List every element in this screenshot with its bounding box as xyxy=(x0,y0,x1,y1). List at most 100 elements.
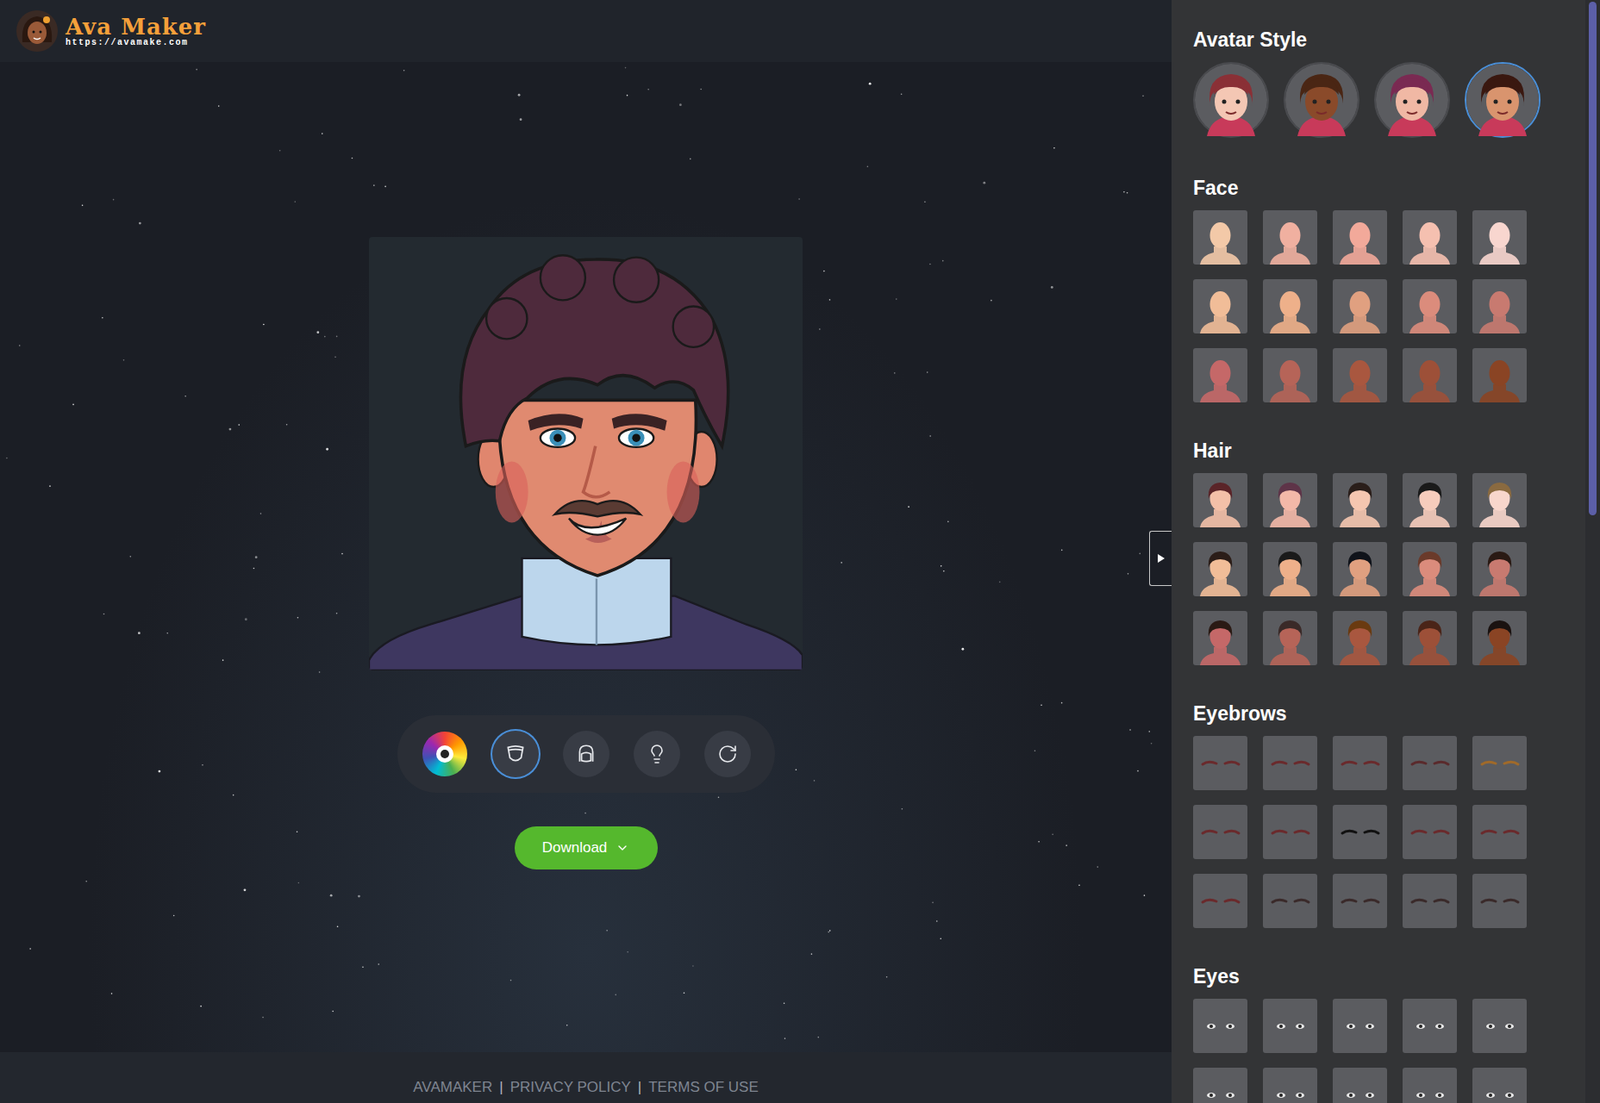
eyes-option[interactable] xyxy=(1193,999,1248,1054)
face-option[interactable] xyxy=(1193,279,1248,334)
eyebrows-option[interactable] xyxy=(1402,805,1457,860)
reset-tool-button[interactable] xyxy=(704,731,751,778)
hair-option[interactable] xyxy=(1193,473,1248,528)
eyebrows-option[interactable] xyxy=(1332,805,1388,860)
face-preview-icon xyxy=(1262,348,1318,403)
eyebrows-option[interactable] xyxy=(1262,874,1318,929)
hair-option[interactable] xyxy=(1193,611,1248,666)
eyebrows-icon xyxy=(1338,824,1382,842)
face-section: Face xyxy=(1193,175,1586,403)
head-tool-button[interactable] xyxy=(562,731,610,778)
download-button[interactable]: Download xyxy=(514,826,658,870)
face-preview-icon xyxy=(1193,210,1248,265)
face-option[interactable] xyxy=(1472,348,1527,403)
face-option[interactable] xyxy=(1402,210,1457,265)
idea-tool-button[interactable] xyxy=(633,731,681,778)
logo-text[interactable]: Ava Makerhttps://avamake.com xyxy=(65,15,207,48)
eyebrows-icon xyxy=(1268,824,1313,842)
footer-link[interactable]: PRIVACY POLICY xyxy=(510,1076,632,1100)
eyes-option[interactable] xyxy=(1193,1068,1248,1103)
eyebrows-option[interactable] xyxy=(1193,736,1248,791)
eyebrows-option[interactable] xyxy=(1402,874,1457,929)
hair-option[interactable] xyxy=(1472,542,1527,597)
eyes-option[interactable] xyxy=(1262,999,1318,1054)
avatar-preview xyxy=(368,237,803,671)
eyebrows-option[interactable] xyxy=(1262,805,1318,860)
avatar-style-icon xyxy=(1466,63,1539,137)
face-option[interactable] xyxy=(1472,210,1527,265)
eyebrows-option[interactable] xyxy=(1472,874,1527,929)
footer-link[interactable]: AVAMAKER xyxy=(412,1076,493,1100)
hair-option[interactable] xyxy=(1262,611,1318,666)
face-option[interactable] xyxy=(1193,210,1248,265)
face-option[interactable] xyxy=(1193,348,1248,403)
avatar-style-option[interactable] xyxy=(1374,62,1450,138)
footer-link[interactable]: TERMS OF USE xyxy=(648,1076,759,1100)
face-option[interactable] xyxy=(1332,210,1388,265)
eyes-option[interactable] xyxy=(1262,1068,1318,1103)
section-title: Avatar Style xyxy=(1193,27,1586,52)
eyebrows-icon xyxy=(1478,893,1522,911)
hair-option[interactable] xyxy=(1472,611,1527,666)
workspace: Ava Makerhttps://avamake.com Download AVAM… xyxy=(0,0,1172,1103)
hair-option[interactable] xyxy=(1262,473,1318,528)
eyes-icon xyxy=(1268,1018,1313,1036)
face-preview-icon xyxy=(1262,542,1318,597)
face-option[interactable] xyxy=(1472,279,1527,334)
face-preview-icon xyxy=(1472,473,1527,528)
hair-option[interactable] xyxy=(1193,542,1248,597)
eyes-icon xyxy=(1268,1087,1313,1103)
face-preview-icon xyxy=(1402,473,1457,528)
scrollbar[interactable] xyxy=(1585,0,1600,1103)
eyebrows-option[interactable] xyxy=(1472,805,1527,860)
eyebrows-option[interactable] xyxy=(1262,736,1318,791)
eyebrows-option[interactable] xyxy=(1472,736,1527,791)
face-preview-icon xyxy=(1402,611,1457,666)
face-option[interactable] xyxy=(1402,348,1457,403)
colors-tool-button[interactable] xyxy=(421,731,469,778)
eyes-option[interactable] xyxy=(1332,1068,1388,1103)
face-preview-icon xyxy=(1332,279,1388,334)
face-option[interactable] xyxy=(1332,279,1388,334)
avatar-style-option[interactable] xyxy=(1193,62,1269,138)
face-preview-icon xyxy=(1332,542,1388,597)
face-preview-icon xyxy=(1332,473,1388,528)
face-option[interactable] xyxy=(1332,348,1388,403)
eyebrows-option[interactable] xyxy=(1402,736,1457,791)
face-tool-button[interactable] xyxy=(492,731,539,778)
download-label: Download xyxy=(542,837,608,860)
logo-url: https://avamake.com xyxy=(65,38,207,48)
hair-option[interactable] xyxy=(1332,611,1388,666)
hair-option[interactable] xyxy=(1402,542,1457,597)
eyes-option[interactable] xyxy=(1402,1068,1457,1103)
eyebrows-option[interactable] xyxy=(1193,874,1248,929)
eyes-option[interactable] xyxy=(1472,1068,1527,1103)
avatar-style-option[interactable] xyxy=(1283,62,1360,138)
face-option[interactable] xyxy=(1262,210,1318,265)
section-title: Eyebrows xyxy=(1193,701,1586,726)
avatar-style-option[interactable] xyxy=(1464,62,1541,138)
hair-option[interactable] xyxy=(1332,542,1388,597)
logo-icon[interactable] xyxy=(15,9,59,53)
eyes-option[interactable] xyxy=(1402,999,1457,1054)
editor-area: Download xyxy=(0,62,1172,1053)
hair-option[interactable] xyxy=(1472,473,1527,528)
eyes-option[interactable] xyxy=(1472,999,1527,1054)
hair-option[interactable] xyxy=(1402,473,1457,528)
face-grid xyxy=(1193,210,1586,403)
eyebrows-option[interactable] xyxy=(1332,736,1388,791)
face-preview-icon xyxy=(1472,611,1527,666)
eyebrows-option[interactable] xyxy=(1332,874,1388,929)
hair-option[interactable] xyxy=(1402,611,1457,666)
options-content: Avatar StyleFaceHairEyebrowsEyes xyxy=(1171,0,1586,1103)
scrollbar-thumb[interactable] xyxy=(1588,1,1597,516)
hair-option[interactable] xyxy=(1262,542,1318,597)
face-option[interactable] xyxy=(1262,279,1318,334)
eyebrows-option[interactable] xyxy=(1193,805,1248,860)
panel-toggle-button[interactable] xyxy=(1149,531,1172,587)
hair-option[interactable] xyxy=(1332,473,1388,528)
header: Ava Makerhttps://avamake.com xyxy=(0,0,1172,63)
face-option[interactable] xyxy=(1402,279,1457,334)
eyes-option[interactable] xyxy=(1332,999,1388,1054)
face-option[interactable] xyxy=(1262,348,1318,403)
